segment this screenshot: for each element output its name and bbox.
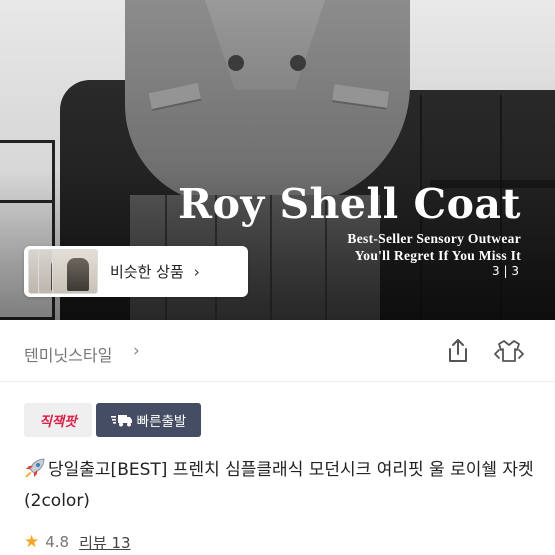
- hero-title: Roy Shell Coat: [178, 180, 521, 228]
- fast-delivery-label: 빠른출발: [136, 414, 187, 430]
- coat-button: [228, 55, 244, 71]
- chevron-right-icon: ›: [193, 262, 200, 281]
- thumbnail: [52, 249, 98, 294]
- jackpot-badge-label: 직잭팟: [39, 414, 77, 430]
- hero-subtitle: Best-Seller Sensory Outwear: [347, 231, 521, 246]
- jackpot-badge: 직잭팟: [24, 403, 92, 437]
- similar-products-label: 비슷한 상품: [110, 263, 184, 281]
- truck-icon: [110, 415, 132, 427]
- share-icon[interactable]: [443, 336, 473, 366]
- coat-button: [290, 55, 306, 71]
- page-indicator: 3 | 3: [492, 264, 519, 278]
- review-link[interactable]: 리뷰 13: [79, 532, 130, 553]
- similar-products-button[interactable]: 비슷한 상품 ›: [24, 246, 248, 297]
- rating-row: ★ 4.8 리뷰 13: [24, 531, 131, 553]
- background-wall-right: [400, 0, 555, 90]
- product-title-text: 당일출고[BEST] 프렌치 심플클래식 모던시크 여리핏 울 로이쉘 자켓 (…: [24, 460, 534, 511]
- shop-name-link[interactable]: 텐미닛스타일: [24, 342, 112, 366]
- product-title: 당일출고[BEST] 프렌치 심플클래식 모던시크 여리핏 울 로이쉘 자켓 (…: [24, 455, 539, 517]
- rocket-icon: [25, 458, 45, 478]
- similar-thumbnails: [24, 246, 100, 297]
- fast-delivery-badge: 빠른출발: [96, 403, 201, 437]
- star-icon: ★: [24, 532, 40, 552]
- compare-icon[interactable]: [493, 336, 525, 366]
- hero-subtitle: You'll Regret If You Miss It: [354, 248, 521, 263]
- rating-value: 4.8: [45, 533, 70, 551]
- product-image-carousel[interactable]: Roy Shell Coat Best-Seller Sensory Outwe…: [0, 0, 555, 320]
- chevron-right-icon[interactable]: ›: [133, 341, 140, 361]
